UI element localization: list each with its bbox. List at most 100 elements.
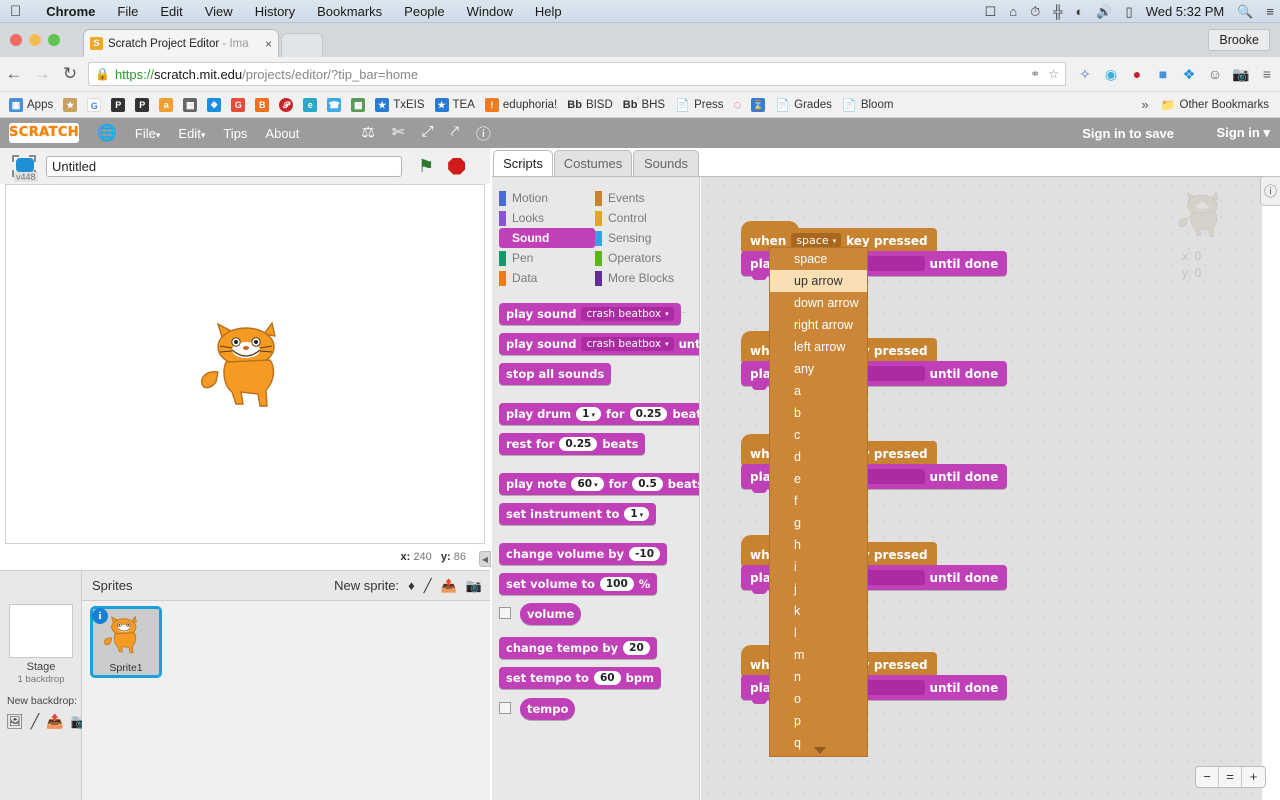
bookmark-tea[interactable]: ★ TEA	[430, 98, 480, 112]
os-menu-file[interactable]: File	[106, 4, 149, 19]
block-input[interactable]: 0.25	[559, 437, 597, 451]
help-icon[interactable]: ⓘ	[476, 123, 491, 144]
block-input[interactable]: -10	[629, 547, 660, 561]
stage-selector-column[interactable]: Stage 1 backdrop New backdrop: 🖼 ╱ 📤 📷	[0, 571, 82, 800]
category-operators[interactable]: Operators	[595, 248, 691, 268]
os-menu-bookmarks[interactable]: Bookmarks	[306, 4, 393, 19]
sprite-tile-sprite1[interactable]: i Sprite1	[90, 606, 162, 678]
bookmark-press[interactable]: 📄 Press	[670, 98, 728, 112]
extension-icon[interactable]: ■	[1150, 66, 1176, 82]
profile-icon[interactable]: ☺	[1202, 66, 1228, 82]
profile-button[interactable]: Brooke	[1208, 29, 1270, 51]
key-option-p[interactable]: p	[770, 710, 867, 732]
bookmarks-overflow-button[interactable]: »	[1134, 97, 1155, 112]
category-pen[interactable]: Pen	[499, 248, 595, 268]
back-button[interactable]: ←	[0, 64, 28, 84]
sign-in-to-save-button[interactable]: Sign in to save	[1082, 126, 1174, 141]
home-icon[interactable]: ⌂	[1009, 5, 1017, 18]
os-menu-chrome[interactable]: Chrome	[35, 4, 106, 19]
os-menu-edit[interactable]: Edit	[149, 4, 193, 19]
palette-block-set-volume[interactable]: set volume to100%	[499, 573, 657, 595]
key-option-up-arrow[interactable]: up arrow	[770, 270, 867, 292]
block-input[interactable]: 0.5	[632, 477, 663, 491]
yahoo-icon[interactable]: ✧	[1072, 66, 1098, 83]
menu-about[interactable]: About	[265, 126, 299, 141]
volume-icon[interactable]: 🔊	[1096, 5, 1112, 18]
library-icon[interactable]: 🖼	[6, 713, 24, 730]
key-option-any[interactable]: any	[770, 358, 867, 380]
forward-button[interactable]: →	[28, 64, 56, 84]
key-option-left-arrow[interactable]: left arrow	[770, 336, 867, 358]
bookmark-txeis[interactable]: ★ TxEIS	[370, 98, 429, 112]
scratch-logo[interactable]: SCRATCH	[9, 123, 79, 143]
key-dropdown-menu[interactable]: spaceup arrowdown arrowright arrowleft a…	[769, 247, 868, 757]
airplay-icon[interactable]: ☐	[985, 5, 997, 18]
stop-sign-icon[interactable]	[448, 158, 465, 175]
stamp-icon[interactable]: ⚖	[361, 123, 374, 144]
bookmark-item[interactable]: G	[82, 98, 106, 112]
bookmark-item[interactable]: P	[106, 98, 130, 112]
category-control[interactable]: Control	[595, 208, 691, 228]
bookmark-item[interactable]: ▦	[178, 98, 202, 112]
block-dropdown[interactable]: crash beatbox▾	[581, 337, 673, 351]
key-option-right-arrow[interactable]: right arrow	[770, 314, 867, 336]
key-option-space[interactable]: space	[770, 248, 867, 270]
project-title-input[interactable]	[46, 156, 402, 177]
palette-block-play-note[interactable]: play note60▾for0.5beats	[499, 473, 700, 495]
bookmark-item[interactable]: G	[226, 98, 250, 112]
bookmark-item[interactable]: ★	[58, 98, 82, 112]
browser-tab-active[interactable]: S Scratch Project Editor - Ima ×	[83, 29, 279, 57]
key-option-o[interactable]: o	[770, 688, 867, 710]
bluetooth-icon[interactable]: ╬	[1053, 5, 1062, 18]
close-icon[interactable]: ×	[265, 37, 272, 51]
collapse-arrow-icon[interactable]: ◀	[479, 551, 491, 567]
palette-block-play-sound-until-done[interactable]: play soundcrash beatbox▾until done	[499, 333, 700, 355]
shrink-icon[interactable]: ⤤	[450, 123, 458, 144]
key-option-n[interactable]: n	[770, 666, 867, 688]
palette-block-set-tempo[interactable]: set tempo to60bpm	[499, 667, 661, 689]
palette-block-play-sound[interactable]: play soundcrash beatbox▾	[499, 303, 681, 325]
tab-costumes[interactable]: Costumes	[554, 150, 632, 176]
pinterest-icon[interactable]: ●	[1124, 66, 1150, 82]
bookmark-bloom[interactable]: 📄 Bloom	[837, 98, 899, 112]
key-option-down-arrow[interactable]: down arrow	[770, 292, 867, 314]
reporter-checkbox-tempo[interactable]	[499, 702, 511, 714]
minimize-window-button[interactable]	[29, 34, 41, 46]
apple-logo-icon[interactable]: 	[10, 4, 21, 19]
bookmark-item[interactable]: ☎	[322, 98, 346, 112]
camera-icon[interactable]: 📷	[466, 578, 482, 594]
upload-icon[interactable]: 📤	[46, 713, 63, 730]
bookmark-item[interactable]: ▦	[346, 98, 370, 112]
category-events[interactable]: Events	[595, 188, 691, 208]
palette-block-stop-all-sounds[interactable]: stop all sounds	[499, 363, 611, 385]
menu-edit[interactable]: Edit▾	[178, 126, 205, 141]
key-option-g[interactable]: g	[770, 512, 867, 534]
reload-button[interactable]: ↻	[56, 64, 84, 84]
scissors-icon[interactable]: ✄	[392, 123, 405, 144]
other-bookmarks-folder[interactable]: 📁 Other Bookmarks	[1156, 98, 1274, 112]
wifi-icon[interactable]: ◐	[1075, 5, 1083, 18]
key-option-j[interactable]: j	[770, 578, 867, 600]
tab-scripts[interactable]: Scripts	[493, 150, 553, 176]
bookmark-grades[interactable]: 📄 Grades	[770, 98, 837, 112]
category-sensing[interactable]: Sensing	[595, 228, 691, 248]
menu-file[interactable]: File▾	[135, 126, 160, 141]
category-looks[interactable]: Looks	[499, 208, 595, 228]
notification-center-icon[interactable]: ≡	[1266, 5, 1274, 18]
bookmark-bhs[interactable]: Bb BHS	[618, 99, 670, 111]
timemachine-icon[interactable]: ⏱	[1030, 5, 1040, 18]
upload-icon[interactable]: 📤	[441, 578, 457, 594]
star-icon[interactable]: ☆	[1048, 67, 1059, 81]
new-tab-button[interactable]	[281, 33, 323, 57]
os-menu-history[interactable]: History	[244, 4, 306, 19]
sign-in-button[interactable]: Sign in ▾	[1217, 125, 1270, 141]
help-tab-icon[interactable]: ⓘ	[1260, 176, 1280, 206]
close-window-button[interactable]	[10, 34, 22, 46]
palette-reporter-volume[interactable]: volume	[520, 603, 581, 625]
reporter-checkbox-volume[interactable]	[499, 607, 511, 619]
os-menu-view[interactable]: View	[194, 4, 244, 19]
bookmark-item[interactable]: ◌	[728, 97, 746, 112]
bookmark-item[interactable]: P	[130, 98, 154, 112]
os-menu-help[interactable]: Help	[524, 4, 573, 19]
key-option-a[interactable]: a	[770, 380, 867, 402]
